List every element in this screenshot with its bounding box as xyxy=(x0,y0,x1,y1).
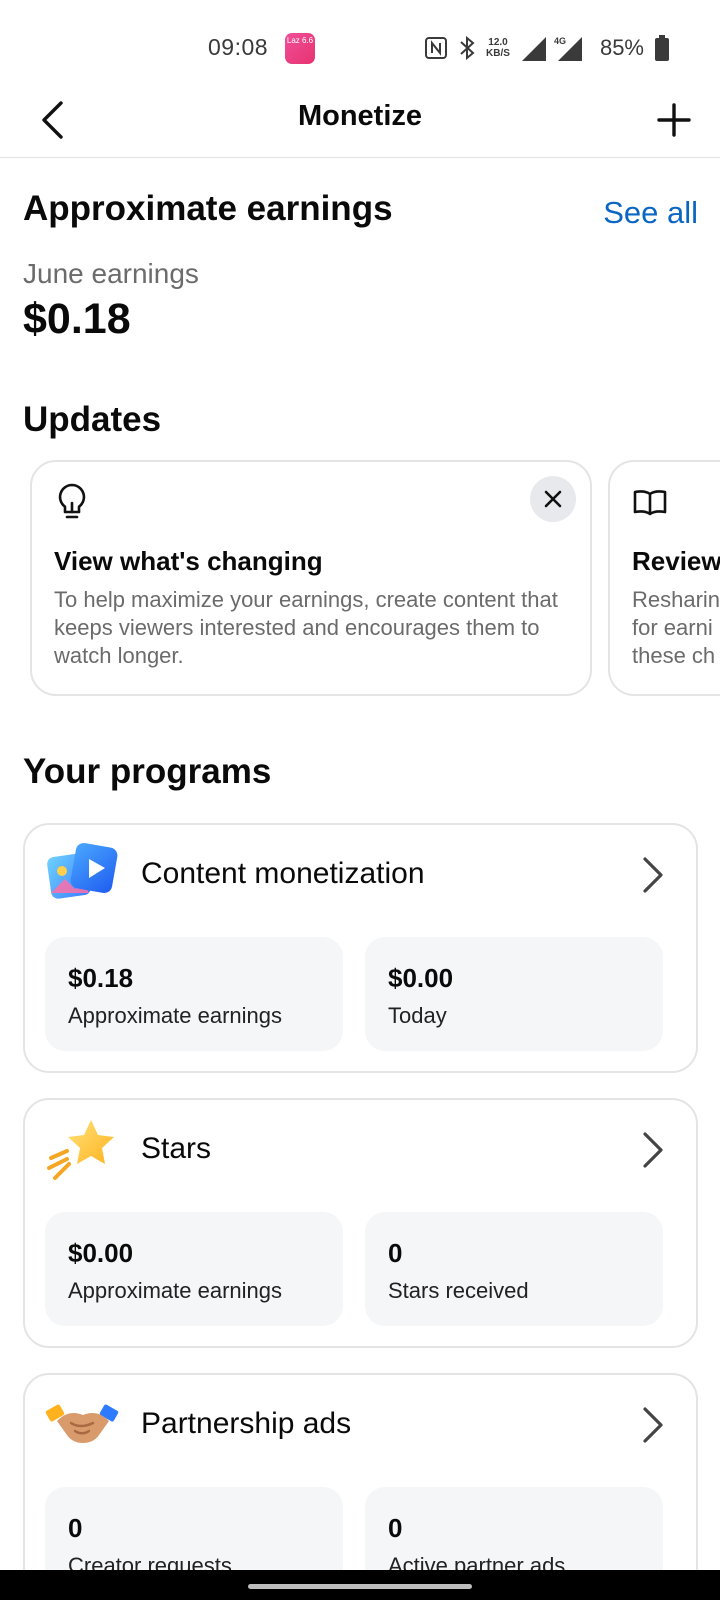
battery-icon xyxy=(655,35,669,61)
home-indicator[interactable] xyxy=(248,1584,472,1589)
updates-carousel[interactable]: View what's changing To help maximize yo… xyxy=(0,460,720,696)
stat-value: 0 xyxy=(388,1238,403,1268)
bluetooth-icon xyxy=(460,35,475,61)
nfc-icon xyxy=(425,37,448,59)
program-header[interactable]: Content monetization xyxy=(25,825,696,933)
svg-text:4G: 4G xyxy=(554,36,566,46)
earnings-period-label: June earnings xyxy=(23,258,199,289)
network-speed: 12.0 KB/S xyxy=(486,37,510,59)
update-card-title: View what's changing xyxy=(54,546,323,576)
update-card[interactable]: Review Resharin for earni these ch xyxy=(608,460,720,696)
stat-label: Stars received xyxy=(388,1278,529,1303)
stat-label: Approximate earnings xyxy=(68,1003,283,1028)
see-all-link[interactable]: See all xyxy=(603,195,698,231)
program-card-content-monetization[interactable]: Content monetization $0.18 Approximate e… xyxy=(23,823,698,1073)
battery-percent: 85% xyxy=(599,35,644,60)
stat-tile: $0.00 Today xyxy=(365,937,663,1051)
chevron-right-icon xyxy=(643,1407,663,1443)
stat-value: $0.00 xyxy=(388,963,454,993)
plus-icon xyxy=(657,103,691,137)
status-icons: 12.0 KB/S 4G 85% xyxy=(424,30,670,66)
program-name: Content monetization xyxy=(141,857,425,890)
page-title: Monetize xyxy=(297,100,423,132)
update-card-body: To help maximize your earnings, create c… xyxy=(54,587,558,668)
top-app-bar: Monetize xyxy=(0,96,720,158)
system-navigation-bar xyxy=(0,1570,720,1600)
earnings-section-title: Approximate earnings xyxy=(23,189,393,228)
stat-tile: 0 Stars received xyxy=(365,1212,663,1326)
program-card-stars[interactable]: Stars $0.00 Approximate earnings 0 Stars… xyxy=(23,1098,698,1348)
stat-value: 0 xyxy=(68,1513,83,1543)
earnings-amount: $0.18 xyxy=(23,295,131,343)
add-button[interactable] xyxy=(652,98,696,142)
content-monetization-icon xyxy=(47,842,118,899)
stat-value: $0.18 xyxy=(68,963,134,993)
signal-icon: 4G xyxy=(521,36,582,61)
lightbulb-icon xyxy=(58,483,86,519)
updates-section-title: Updates xyxy=(23,400,162,439)
status-bar: 09:08 Laz 6.6 12.0 KB/S 4G 85% xyxy=(0,0,720,96)
book-icon xyxy=(633,490,667,516)
program-name: Partnership ads xyxy=(141,1407,352,1440)
laz-badge-label: Laz 6.6 xyxy=(286,36,314,45)
program-header[interactable]: Stars xyxy=(25,1100,696,1208)
handshake-icon xyxy=(45,1404,119,1443)
status-time: 09:08 xyxy=(208,34,269,60)
stat-label: Today xyxy=(388,1003,447,1028)
program-header[interactable]: Partnership ads xyxy=(25,1375,696,1483)
programs-section-title: Your programs xyxy=(23,752,272,791)
lazada-app-icon: Laz 6.6 xyxy=(285,33,315,64)
update-card[interactable]: View what's changing To help maximize yo… xyxy=(30,460,592,696)
stat-value: $0.00 xyxy=(68,1238,134,1268)
chevron-right-icon xyxy=(643,1132,663,1168)
stat-value: 0 xyxy=(388,1513,403,1543)
dismiss-update-button[interactable] xyxy=(530,476,576,522)
update-card-body: Resharin for earni these ch xyxy=(632,587,720,668)
network-speed-unit: KB/S xyxy=(486,48,510,59)
chevron-right-icon xyxy=(643,857,663,893)
program-name: Stars xyxy=(141,1132,212,1165)
star-icon xyxy=(47,1120,114,1180)
close-icon xyxy=(544,490,562,508)
program-card-partnership-ads[interactable]: Partnership ads 0 Creator requests 0 Act… xyxy=(23,1373,698,1600)
network-speed-value: 12.0 xyxy=(488,37,508,48)
update-card-title: Review xyxy=(632,546,720,576)
stat-tile: $0.18 Approximate earnings xyxy=(45,937,343,1051)
stat-label: Approximate earnings xyxy=(68,1278,283,1303)
stat-tile: $0.00 Approximate earnings xyxy=(45,1212,343,1326)
